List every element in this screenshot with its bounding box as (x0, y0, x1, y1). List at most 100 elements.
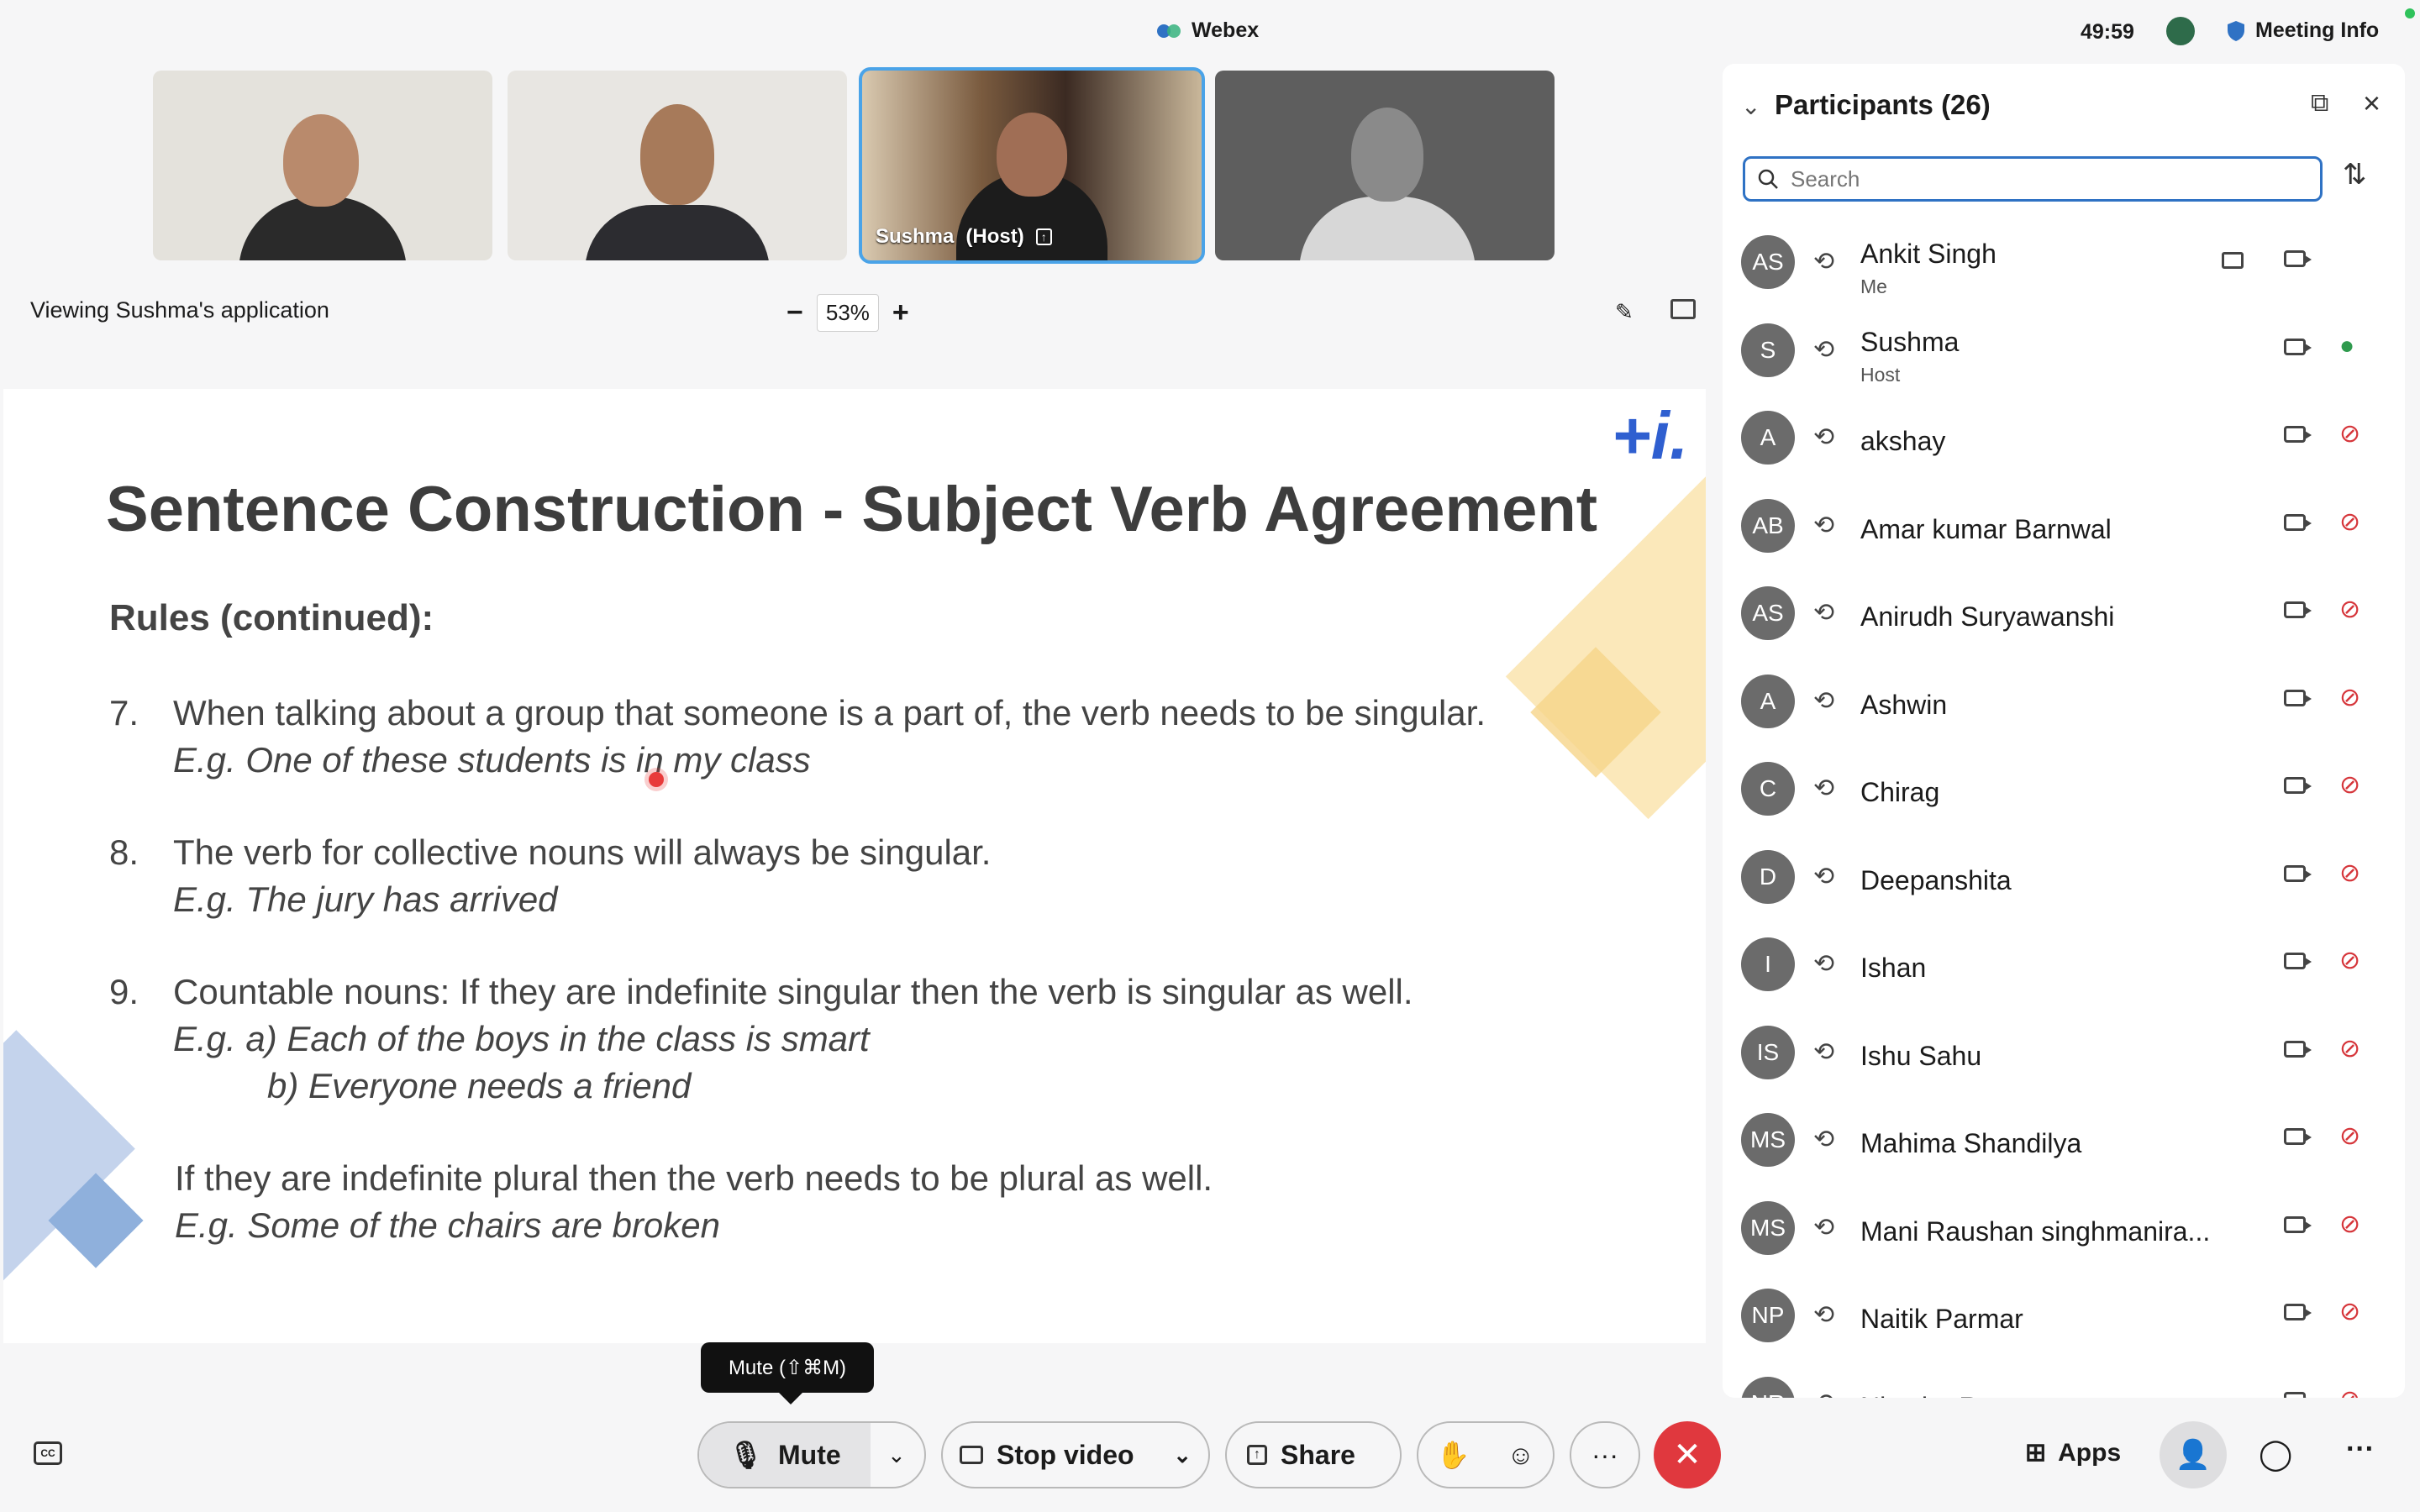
participant-search[interactable] (1743, 156, 2323, 202)
video-tile-1[interactable] (153, 71, 492, 260)
audio-connection-icon: ⟲ (1813, 1389, 1834, 1399)
participant-row[interactable]: NP ⟲ Naitik Parmar ⊘ (1723, 1273, 2405, 1354)
participant-row[interactable]: S ⟲ Sushma Host ● (1723, 308, 2405, 389)
sort-icon[interactable]: ⇅ (2343, 158, 2367, 192)
search-input[interactable] (1789, 165, 2296, 193)
slide-subtitle: Rules (continued): (109, 597, 434, 638)
camera-icon[interactable] (2284, 1304, 2312, 1320)
chevron-down-icon[interactable]: ⌄ (1173, 1442, 1192, 1468)
participant-row[interactable]: I ⟲ Ishan ⊘ (1723, 922, 2405, 1003)
camera-icon[interactable] (2284, 777, 2312, 794)
rule-example: E.g. The jury has arrived (173, 879, 558, 919)
participant-row[interactable]: IS ⟲ Ishu Sahu ⊘ (1723, 1011, 2405, 1091)
microphone-muted-icon[interactable]: ⊘ (2339, 1297, 2360, 1326)
participant-name: Amar kumar Barnwal (1860, 513, 2112, 544)
avatar: C (1741, 762, 1795, 816)
avatar: AS (1741, 235, 1795, 289)
more-icon[interactable]: ··· (2346, 1433, 2375, 1466)
microphone-muted-icon[interactable]: ⊘ (2339, 507, 2360, 537)
meeting-info-button[interactable]: Meeting Info (2227, 18, 2379, 43)
chevron-down-icon[interactable]: ⌄ (887, 1442, 906, 1468)
camera-icon[interactable] (2284, 1391, 2312, 1398)
microphone-muted-icon[interactable]: ⊘ (2339, 683, 2360, 712)
participant-row[interactable]: MS ⟲ Mani Raushan singhmanira... ⊘ (1723, 1186, 2405, 1267)
video-label: Stop video (997, 1439, 1134, 1470)
participant-row[interactable]: A ⟲ akshay ⊘ (1723, 396, 2405, 476)
camera-icon[interactable] (2284, 601, 2312, 618)
chevron-down-icon[interactable]: ⌄ (1741, 92, 1760, 120)
captions-button[interactable]: CC (34, 1441, 62, 1465)
mute-control: 🎙 Mute ⌄ (697, 1421, 926, 1488)
popout-icon[interactable]: ⧉ (2311, 89, 2328, 118)
microphone-muted-icon[interactable]: ⊘ (2339, 1121, 2360, 1151)
participant-row[interactable]: C ⟲ Chirag ⊘ (1723, 747, 2405, 827)
rule-example: E.g. Some of the chairs are broken (175, 1205, 721, 1245)
participant-name: Ishan (1860, 953, 1927, 983)
camera-icon[interactable] (2284, 953, 2312, 969)
participant-row[interactable]: AB ⟲ Amar kumar Barnwal ⊘ (1723, 484, 2405, 564)
audio-connection-icon: ⟲ (1813, 599, 1835, 627)
zoom-out-button[interactable]: − (786, 297, 803, 329)
tile-name: Sushma (876, 225, 955, 248)
rule-text: If they are indefinite plural then the v… (175, 1158, 1213, 1198)
camera-icon (960, 1446, 983, 1464)
remote-control-icon[interactable] (1670, 299, 1696, 319)
id-card-icon[interactable] (2222, 252, 2244, 269)
camera-icon[interactable] (2284, 1040, 2312, 1058)
chat-icon[interactable]: ◯ (2259, 1436, 2292, 1472)
participant-role: Host (1860, 363, 1901, 386)
camera-icon[interactable] (2284, 1128, 2312, 1145)
participant-name: Mani Raushan singhmanira... (1860, 1215, 2211, 1247)
reactions-icon[interactable]: ☺ (1507, 1440, 1534, 1471)
participant-row[interactable]: A ⟲ Ashwin ⊘ (1723, 659, 2405, 740)
audio-connection-icon: ⟲ (1813, 774, 1835, 802)
camera-icon[interactable] (2284, 1215, 2312, 1233)
mute-button[interactable]: 🎙 Mute (699, 1423, 871, 1487)
camera-icon[interactable] (2284, 513, 2312, 531)
microphone-muted-icon[interactable]: ⊘ (2339, 419, 2360, 449)
stop-video-button[interactable]: Stop video ⌄ (941, 1421, 1210, 1488)
share-button[interactable]: ↑ Share (1225, 1421, 1402, 1488)
microphone-muted-icon[interactable]: ⊘ (2339, 770, 2360, 800)
participants-icon: 👤 (2175, 1439, 2212, 1471)
share-label: Share (1281, 1439, 1355, 1470)
annotate-icon[interactable]: ✎ (1615, 299, 1634, 325)
apps-button[interactable]: ⊞ Apps (2025, 1438, 2121, 1467)
camera-icon[interactable] (2284, 250, 2312, 267)
microphone-muted-icon[interactable]: ⊘ (2339, 1034, 2360, 1063)
microphone-muted-icon[interactable]: ⊘ (2339, 595, 2360, 624)
camera-icon[interactable] (2284, 338, 2312, 355)
zoom-in-button[interactable]: + (892, 297, 909, 329)
camera-icon[interactable] (2284, 864, 2312, 882)
microphone-icon[interactable]: ● (2339, 332, 2354, 360)
participant-row[interactable]: D ⟲ Deepanshita ⊘ (1723, 835, 2405, 916)
microphone-muted-icon[interactable]: ⊘ (2339, 1210, 2360, 1239)
microphone-muted-icon[interactable]: ⊘ (2339, 1385, 2360, 1399)
more-options-button[interactable]: ··· (1570, 1421, 1640, 1488)
close-icon[interactable]: × (2363, 86, 2381, 121)
camera-icon[interactable] (2284, 689, 2312, 706)
video-tile-4[interactable] (1215, 71, 1555, 260)
webex-logo-icon (1157, 24, 1181, 38)
avatar: S (1741, 323, 1795, 377)
participant-row[interactable]: NR ⟲ Nivetha R ⊘ (1723, 1362, 2405, 1399)
participant-name: Ashwin (1860, 689, 1948, 720)
avatar: I (1741, 937, 1795, 991)
video-tile-sushma[interactable]: Sushma (Host) ↑ (859, 67, 1205, 264)
video-tile-2[interactable] (508, 71, 847, 260)
microphone-muted-icon[interactable]: ⊘ (2339, 858, 2360, 888)
shared-slide: +i. Sentence Construction - Subject Verb… (3, 389, 1706, 1343)
participant-name: Ankit Singh (1860, 239, 1996, 269)
zoom-level[interactable]: 53% (816, 294, 879, 332)
participants-title: Participants (26) (1775, 89, 1991, 120)
participant-row[interactable]: AS ⟲ Ankit Singh Me (1723, 220, 2405, 301)
raise-hand-icon[interactable]: ✋ (1437, 1439, 1470, 1471)
microphone-muted-icon[interactable]: ⊘ (2339, 946, 2360, 975)
meeting-timer: 49:59 (2081, 20, 2134, 44)
participant-row[interactable]: MS ⟲ Mahima Shandilya ⊘ (1723, 1098, 2405, 1179)
end-call-button[interactable]: ✕ (1654, 1421, 1721, 1488)
camera-icon[interactable] (2284, 426, 2312, 443)
network-signal-icon[interactable] (2166, 17, 2195, 45)
participants-button[interactable]: 👤 (2160, 1421, 2227, 1488)
participant-row[interactable]: AS ⟲ Anirudh Suryawanshi ⊘ (1723, 571, 2405, 652)
